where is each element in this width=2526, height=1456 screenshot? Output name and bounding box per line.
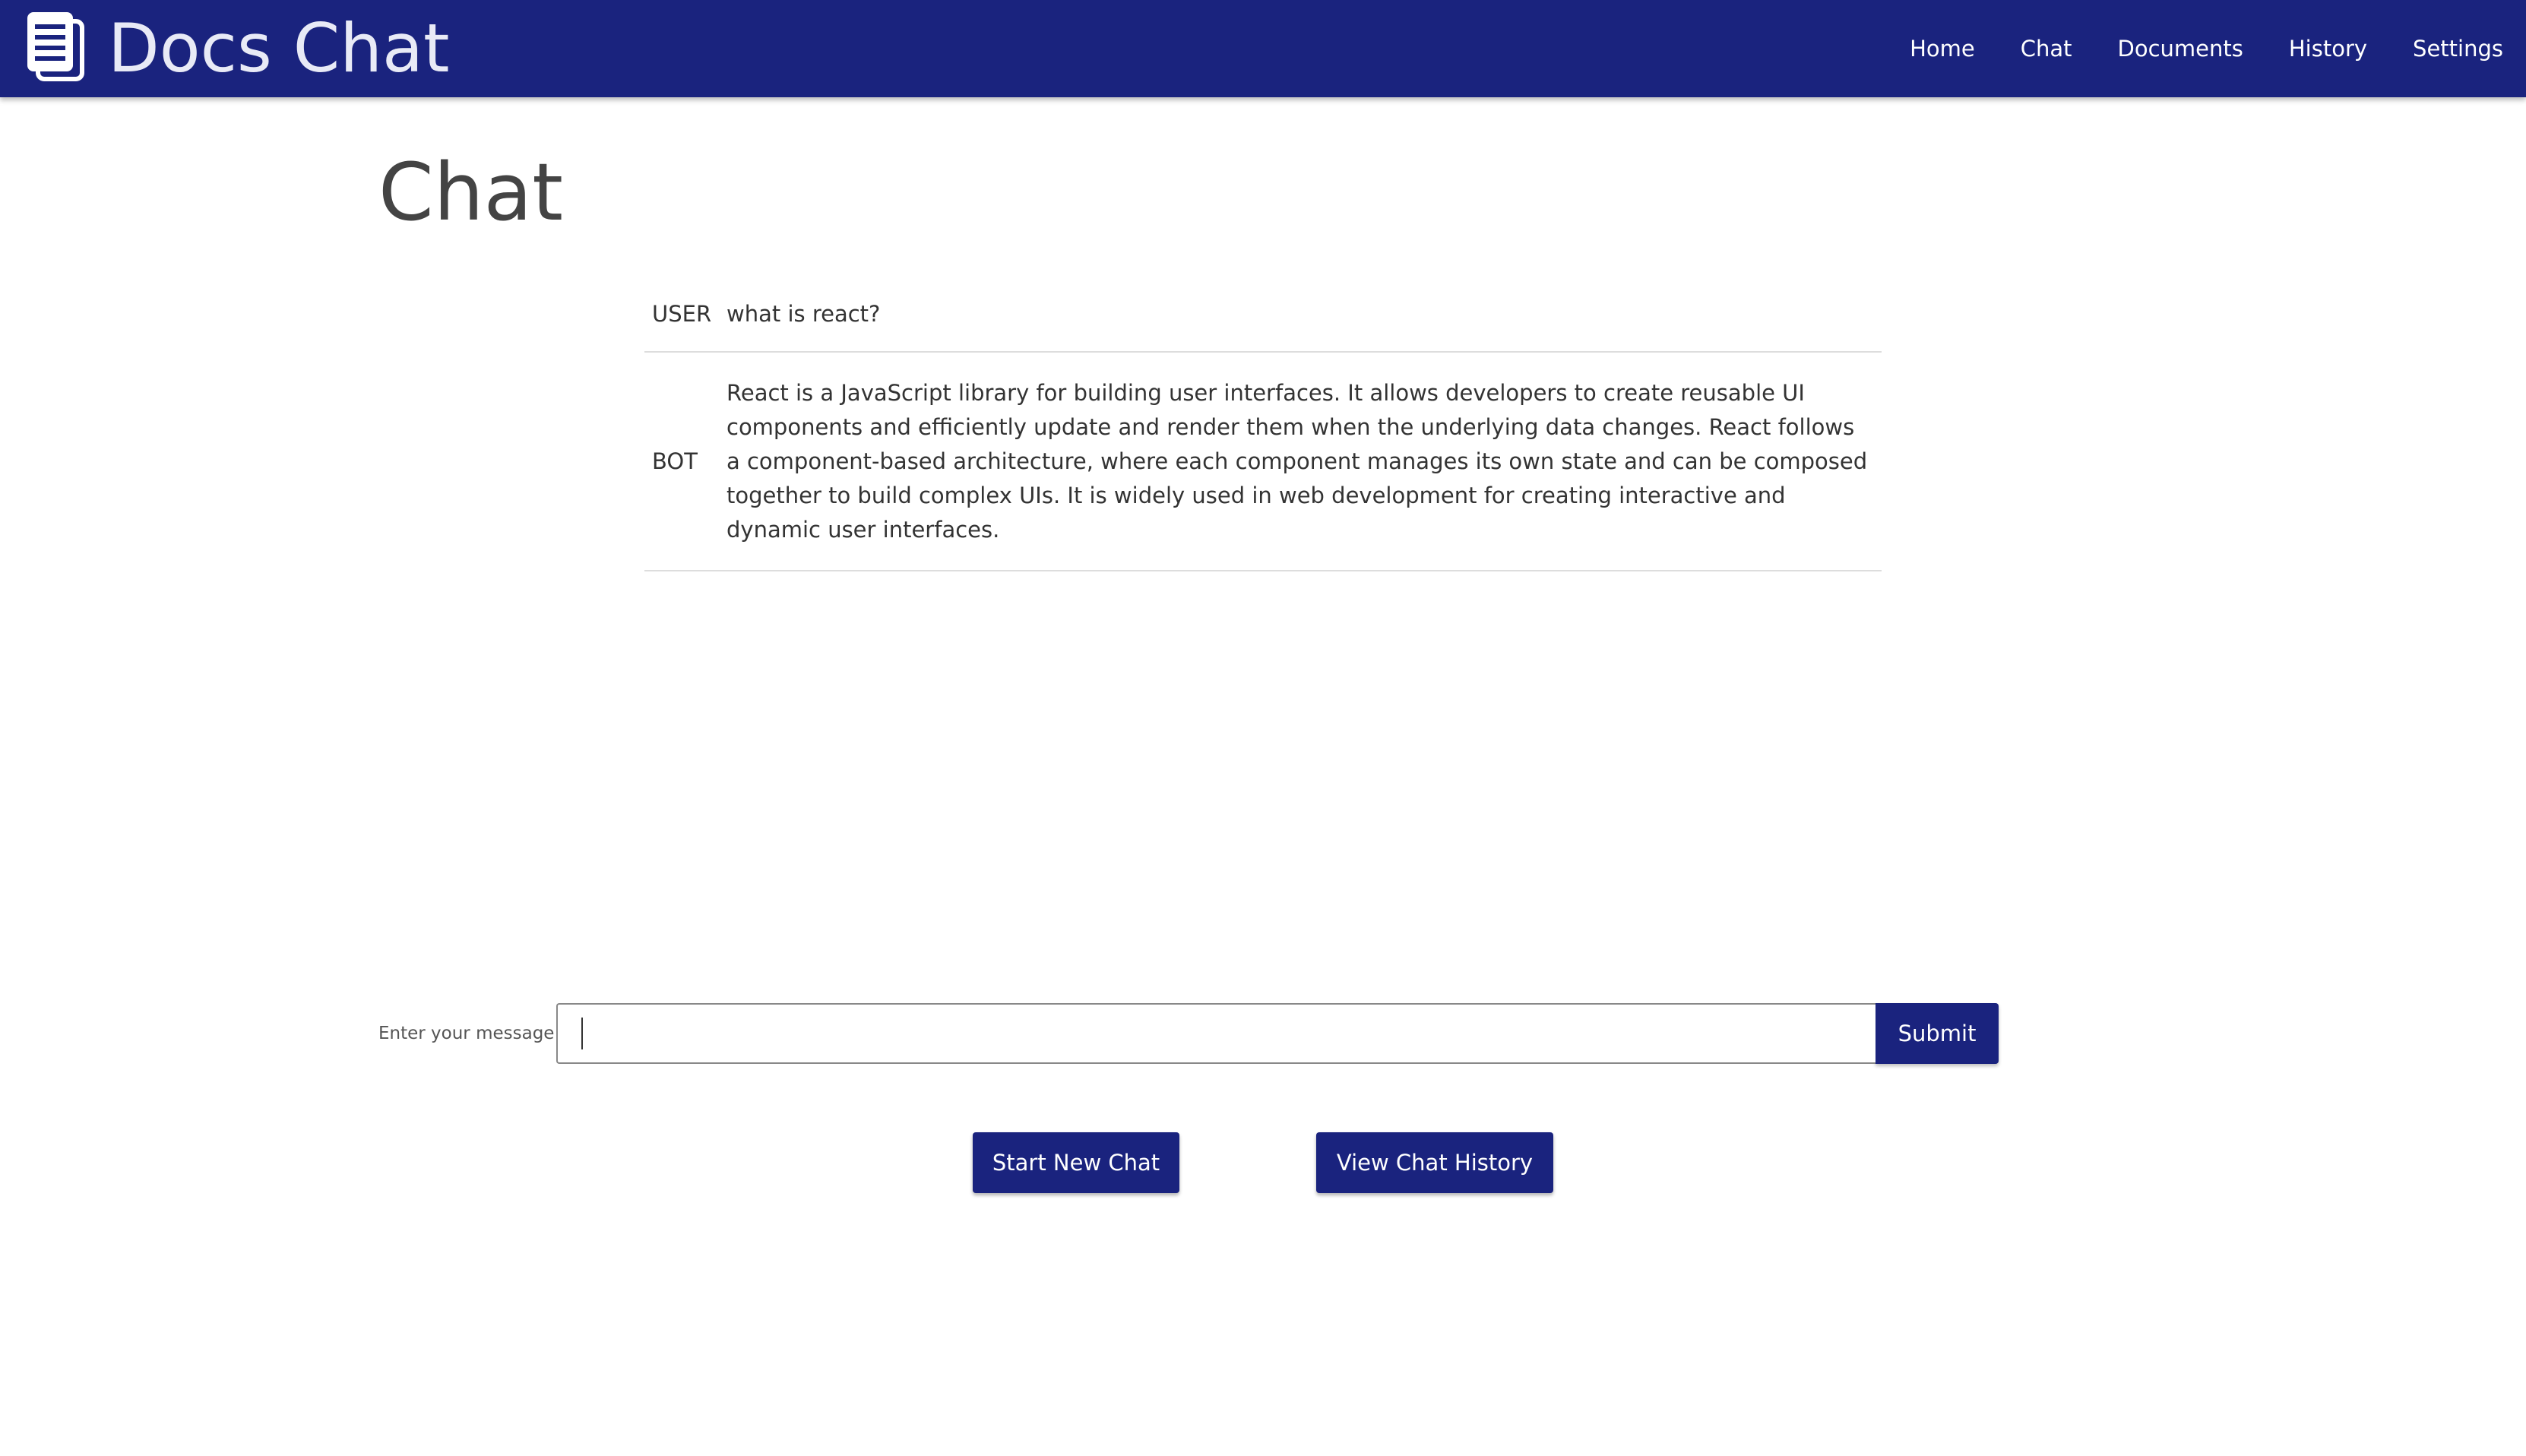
nav-settings[interactable]: Settings bbox=[2413, 36, 2503, 62]
document-icon bbox=[24, 11, 108, 87]
message-text: React is a JavaScript library for buildi… bbox=[726, 379, 1868, 543]
top-navbar: Docs Chat Home Chat Documents History Se… bbox=[0, 0, 2526, 97]
text-caret bbox=[581, 1018, 583, 1049]
conversation-table: USER what is react? BOT React is a JavaS… bbox=[644, 277, 1882, 571]
message-row-bot: BOT React is a JavaScript library for bu… bbox=[644, 353, 1882, 571]
message-input-label: Enter your message: bbox=[378, 1024, 561, 1043]
nav-history[interactable]: History bbox=[2289, 36, 2367, 62]
message-input[interactable] bbox=[556, 1003, 1876, 1064]
message-row-user: USER what is react? bbox=[644, 277, 1882, 353]
message-role: USER bbox=[652, 301, 712, 327]
start-new-chat-button[interactable]: Start New Chat bbox=[973, 1132, 1179, 1193]
view-chat-history-button[interactable]: View Chat History bbox=[1316, 1132, 1553, 1193]
brand-title: Docs Chat bbox=[108, 9, 450, 87]
nav-chat[interactable]: Chat bbox=[2021, 36, 2072, 62]
message-text: what is react? bbox=[726, 300, 881, 327]
composer: Enter your message: Submit bbox=[378, 1003, 1999, 1064]
message-role: BOT bbox=[652, 448, 698, 474]
page-title: Chat bbox=[378, 146, 564, 239]
submit-button[interactable]: Submit bbox=[1876, 1003, 1999, 1064]
brand[interactable]: Docs Chat bbox=[0, 0, 449, 97]
nav-documents[interactable]: Documents bbox=[2118, 36, 2243, 62]
main-nav: Home Chat Documents History Settings bbox=[1864, 0, 2526, 97]
nav-home[interactable]: Home bbox=[1910, 36, 1975, 62]
